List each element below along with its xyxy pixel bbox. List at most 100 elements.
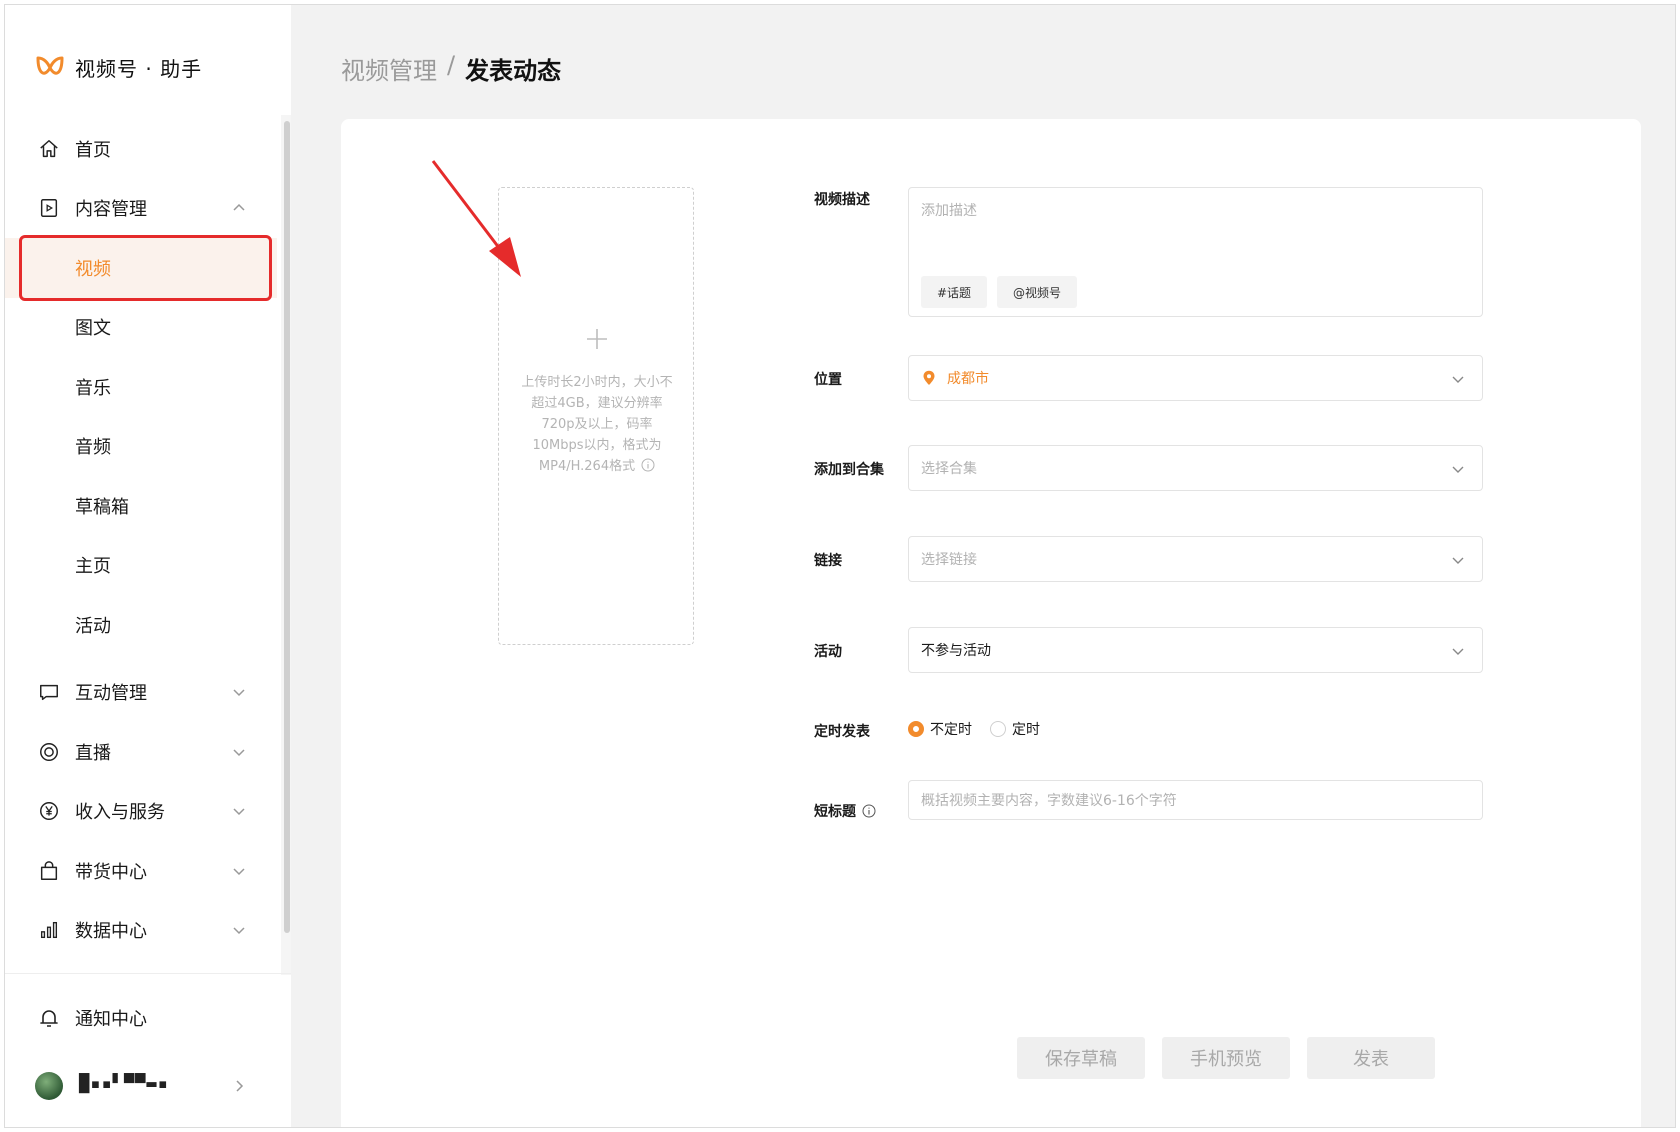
chevron-down-icon xyxy=(233,927,245,935)
sidebar-item-data-center[interactable]: 数据中心 xyxy=(5,901,277,961)
sidebar-item-commerce[interactable]: 带货中心 xyxy=(5,841,277,901)
short-title-placeholder: 概括视频主要内容，字数建议6-16个字符 xyxy=(921,793,1177,809)
info-icon[interactable] xyxy=(641,458,655,472)
sidebar: 视频号 · 助手 首页 内容管理 视频 图文 音乐 音频 草稿箱 主页 活动 互… xyxy=(5,5,291,1127)
sidebar-item-audio[interactable]: 音频 xyxy=(5,417,277,477)
chevron-down-icon xyxy=(233,808,245,816)
sidebar-item-home[interactable]: 首页 xyxy=(5,119,277,179)
sidebar-item-label: 内容管理 xyxy=(75,199,147,221)
breadcrumb: 视频管理 / 发表动态 xyxy=(341,51,561,86)
location-select[interactable]: 成都市 xyxy=(908,355,1483,401)
red-arrow-annotation xyxy=(431,160,521,277)
chevron-down-icon xyxy=(1452,557,1464,564)
page-title: 发表动态 xyxy=(465,57,562,85)
sidebar-item-music[interactable]: 音乐 xyxy=(5,357,277,417)
sidebar-item-label: 音频 xyxy=(75,437,111,459)
breadcrumb-parent[interactable]: 视频管理 xyxy=(341,51,437,86)
collection-select[interactable]: 选择合集 xyxy=(908,445,1483,491)
sidebar-item-label: 收入与服务 xyxy=(75,802,165,824)
sidebar-item-label: 草稿箱 xyxy=(75,496,129,518)
chevron-down-icon xyxy=(1452,648,1464,655)
sidebar-item-interaction[interactable]: 互动管理 xyxy=(5,663,277,723)
sidebar-item-income[interactable]: 收入与服务 xyxy=(5,782,277,842)
sidebar-item-drafts[interactable]: 草稿箱 xyxy=(5,476,277,536)
location-value: 成都市 xyxy=(947,371,989,387)
chevron-down-icon xyxy=(233,749,245,756)
sidebar-nav: 首页 内容管理 视频 图文 音乐 音频 草稿箱 主页 活动 互动管理 直播 收入… xyxy=(5,119,277,960)
live-icon xyxy=(37,740,61,764)
chevron-down-icon xyxy=(233,868,245,875)
activity-label: 活动 xyxy=(814,644,842,660)
sidebar-item-label: 首页 xyxy=(75,139,111,161)
link-label: 链接 xyxy=(814,553,842,569)
sidebar-divider xyxy=(5,973,291,974)
save-draft-button[interactable]: 保存草稿 xyxy=(1017,1037,1145,1079)
chevron-right-icon xyxy=(236,1080,244,1092)
phone-preview-button[interactable]: 手机预览 xyxy=(1162,1037,1290,1079)
short-title-input[interactable]: 概括视频主要内容，字数建议6-16个字符 xyxy=(908,780,1483,820)
sidebar-item-live[interactable]: 直播 xyxy=(5,722,277,782)
radio-no-schedule[interactable] xyxy=(908,721,924,737)
brand-name: 视频号 · 助手 xyxy=(75,57,203,81)
breadcrumb-separator: / xyxy=(447,51,456,79)
sidebar-item-activity[interactable]: 活动 xyxy=(5,595,277,655)
radio-label[interactable]: 不定时 xyxy=(930,719,972,739)
short-title-label-text: 短标题 xyxy=(814,804,856,820)
schedule-label: 定时发表 xyxy=(814,724,870,740)
activity-value: 不参与活动 xyxy=(921,643,991,659)
link-placeholder: 选择链接 xyxy=(921,552,977,568)
user-name: █▪▪▘▀▀▬▪ xyxy=(79,1074,169,1094)
sidebar-item-label: 图文 xyxy=(75,318,111,340)
activity-select[interactable]: 不参与活动 xyxy=(908,627,1483,673)
info-icon[interactable] xyxy=(862,804,876,818)
yen-icon xyxy=(37,799,61,823)
sidebar-item-label: 通知中心 xyxy=(75,1009,147,1030)
sidebar-item-video[interactable]: 视频 xyxy=(5,238,277,298)
bar-chart-icon xyxy=(37,918,61,942)
user-profile[interactable]: █▪▪▘▀▀▬▪ xyxy=(5,1060,277,1110)
description-label: 视频描述 xyxy=(814,192,870,208)
description-placeholder: 添加描述 xyxy=(921,203,977,219)
publish-card: 上传时长2小时内，大小不超过4GB，建议分辨率720p及以上，码率10Mbps以… xyxy=(341,119,1641,1127)
chevron-down-icon xyxy=(233,689,245,697)
brand[interactable]: 视频号 · 助手 xyxy=(35,53,202,82)
sidebar-item-image-text[interactable]: 图文 xyxy=(5,298,277,358)
sidebar-item-content-management[interactable]: 内容管理 xyxy=(5,179,277,239)
mention-button[interactable]: @视频号 xyxy=(997,276,1078,308)
collection-placeholder: 选择合集 xyxy=(921,461,977,477)
short-title-label: 短标题 xyxy=(814,801,876,821)
sidebar-item-label: 视频 xyxy=(75,258,111,280)
location-label: 位置 xyxy=(814,372,842,388)
sidebar-item-label: 活动 xyxy=(75,615,111,637)
topic-button[interactable]: #话题 xyxy=(921,276,988,308)
play-box-icon xyxy=(37,196,61,220)
link-select[interactable]: 选择链接 xyxy=(908,536,1483,582)
plus-icon xyxy=(587,329,607,349)
home-icon xyxy=(37,137,61,161)
radio-scheduled[interactable] xyxy=(990,721,1006,737)
bell-icon xyxy=(40,1010,58,1027)
chevron-down-icon xyxy=(1452,376,1464,383)
publish-button[interactable]: 发表 xyxy=(1307,1037,1435,1079)
sidebar-item-label: 互动管理 xyxy=(75,683,147,705)
chat-icon xyxy=(37,680,61,704)
radio-label[interactable]: 定时 xyxy=(1012,719,1040,739)
avatar xyxy=(35,1072,63,1100)
location-pin-icon xyxy=(923,370,935,385)
upload-tip: 上传时长2小时内，大小不超过4GB，建议分辨率720p及以上，码率10Mbps以… xyxy=(519,372,675,477)
schedule-radio-group: 不定时 定时 xyxy=(908,719,1058,739)
collection-label: 添加到合集 xyxy=(814,462,884,478)
description-input[interactable]: 添加描述 #话题 @视频号 xyxy=(908,187,1483,317)
sidebar-item-notifications[interactable]: 通知中心 xyxy=(5,993,277,1043)
sidebar-item-label: 直播 xyxy=(75,742,111,764)
sidebar-item-homepage[interactable]: 主页 xyxy=(5,536,277,596)
chevron-up-icon xyxy=(233,204,245,211)
app-window: 视频号 · 助手 首页 内容管理 视频 图文 音乐 音频 草稿箱 主页 活动 互… xyxy=(4,4,1676,1128)
chevron-down-icon xyxy=(1452,466,1464,473)
sidebar-item-label: 数据中心 xyxy=(75,921,147,943)
shopping-bag-icon xyxy=(37,859,61,883)
sidebar-item-label: 主页 xyxy=(75,556,111,578)
sidebar-item-label: 带货中心 xyxy=(75,861,147,883)
sidebar-item-label: 音乐 xyxy=(75,377,111,399)
sidebar-scrollbar-thumb[interactable] xyxy=(284,121,290,933)
